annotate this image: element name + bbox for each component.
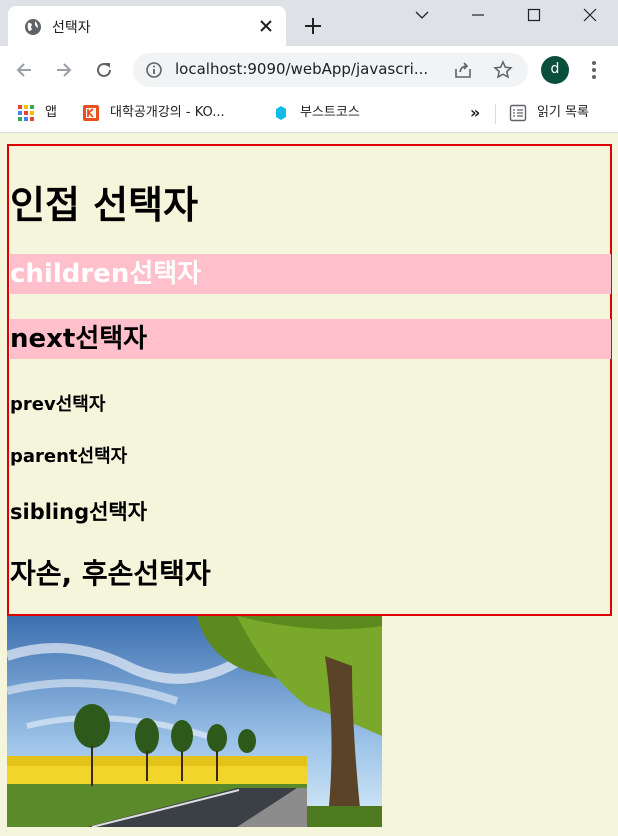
bookmark-label: 대학공개강의 - KO... — [110, 105, 225, 120]
minimize-button[interactable] — [450, 0, 506, 30]
maximize-button[interactable] — [506, 0, 562, 30]
selector-box: 인접 선택자 children선택자 next선택자 prev선택자 paren… — [7, 144, 612, 616]
browser-toolbar: localhost:9090/webApp/javascri... d — [0, 46, 618, 94]
new-tab-icon[interactable] — [302, 15, 324, 37]
address-bar[interactable]: localhost:9090/webApp/javascri... — [133, 53, 528, 87]
bookmark-label: 부스트코스 — [300, 105, 360, 120]
bookmark-kocw[interactable]: 대학공개강의 - KO... — [82, 102, 252, 124]
tab-search-button[interactable] — [394, 0, 450, 30]
sibling-heading: sibling선택자 — [10, 500, 148, 524]
page-viewport: 인접 선택자 children선택자 next선택자 prev선택자 paren… — [0, 134, 618, 836]
page-title: 인접 선택자 — [10, 183, 199, 227]
apps-grid-icon — [18, 105, 34, 121]
more-menu-icon[interactable] — [584, 59, 604, 81]
profile-avatar[interactable]: d — [541, 56, 569, 84]
reading-list-icon — [509, 104, 527, 122]
browser-tab[interactable]: 선택자 — [8, 6, 286, 46]
maximize-icon — [527, 8, 541, 22]
bookmark-star-icon[interactable] — [493, 60, 513, 80]
landscape-image — [7, 616, 382, 827]
back-arrow-icon[interactable] — [13, 59, 35, 81]
chevron-down-icon — [415, 11, 429, 19]
more-bookmarks-chevron-icon[interactable]: » — [470, 102, 486, 124]
close-icon — [583, 8, 597, 22]
tab-strip: 선택자 — [0, 0, 618, 46]
bookmarks-bar: 앱 대학공개강의 - KO... 부스트코스 » 읽기 목록 — [0, 94, 618, 133]
children-heading: children선택자 — [10, 254, 611, 294]
minimize-icon — [472, 14, 484, 16]
kocw-logo-icon — [83, 105, 99, 121]
bookmark-boostcourse[interactable]: 부스트코스 — [272, 102, 382, 124]
close-window-button[interactable] — [562, 0, 618, 30]
parent-heading: parent선택자 — [10, 446, 128, 467]
descendant-heading: 자손, 후손선택자 — [10, 557, 211, 590]
info-icon[interactable] — [145, 61, 163, 79]
tab-title: 선택자 — [52, 20, 91, 36]
bookmark-apps[interactable]: 앱 — [17, 102, 67, 124]
bookmark-label: 앱 — [45, 105, 57, 120]
next-heading: next선택자 — [10, 319, 611, 359]
prev-heading: prev선택자 — [10, 394, 106, 415]
reload-icon[interactable] — [93, 59, 115, 81]
reading-list-label: 읽기 목록 — [537, 105, 589, 120]
bookmarks-divider — [495, 104, 496, 124]
forward-arrow-icon[interactable] — [53, 59, 75, 81]
boostcourse-logo-icon — [276, 106, 286, 120]
close-tab-icon[interactable] — [256, 16, 276, 36]
reading-list-button[interactable]: 읽기 목록 — [509, 102, 614, 124]
share-icon[interactable] — [453, 60, 473, 80]
globe-icon — [25, 19, 41, 35]
url-text[interactable]: localhost:9090/webApp/javascri... — [175, 60, 445, 78]
